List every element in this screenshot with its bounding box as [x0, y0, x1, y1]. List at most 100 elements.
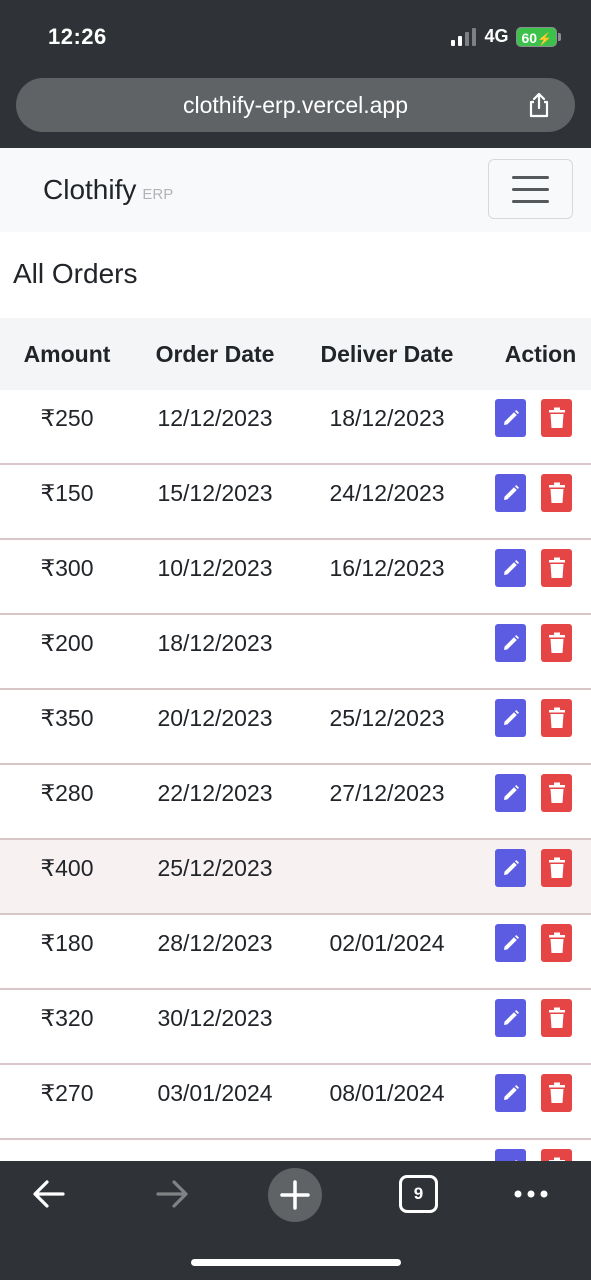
cell-amount: ₹400	[40, 855, 94, 881]
delete-button[interactable]	[541, 849, 572, 887]
tabs-button[interactable]: 9	[399, 1175, 438, 1213]
menu-toggle-button[interactable]	[488, 159, 573, 219]
cell-amount: ₹200	[40, 630, 94, 656]
cell-amount: ₹150	[40, 480, 94, 506]
signal-icon	[451, 27, 477, 46]
cell-amount: ₹320	[40, 1005, 94, 1031]
delete-button[interactable]	[541, 624, 572, 662]
app-navbar: Clothify ERP	[0, 148, 591, 232]
table-row: ₹270 03/01/2024 08/01/2024	[0, 1065, 591, 1140]
home-indicator	[191, 1259, 401, 1266]
table-row	[0, 1140, 591, 1161]
cell-deliver-date	[296, 840, 478, 913]
edit-button[interactable]	[495, 924, 526, 962]
cell-amount: ₹350	[40, 705, 94, 731]
table-row: ₹180 28/12/2023 02/01/2024	[0, 915, 591, 990]
pencil-icon	[503, 485, 519, 500]
header-amount: Amount	[23, 341, 111, 367]
orders-table-body[interactable]: ₹250 12/12/2023 18/12/2023 ₹150 15/12/2023 24…	[0, 390, 591, 1161]
battery-level: 60	[521, 29, 538, 46]
table-row: ₹280 22/12/2023 27/12/2023	[0, 765, 591, 840]
cell-deliver-date: 18/12/2023	[329, 405, 445, 431]
cell-amount: ₹270	[40, 1080, 94, 1106]
delete-button[interactable]	[541, 699, 572, 737]
table-row: ₹400 25/12/2023	[0, 840, 591, 915]
pencil-icon	[503, 1010, 519, 1025]
share-icon[interactable]	[525, 91, 553, 119]
pencil-icon	[503, 560, 519, 575]
cell-order-date: 18/12/2023	[157, 630, 273, 656]
pencil-icon	[503, 410, 519, 425]
table-header: Amount Order Date Deliver Date Action	[0, 318, 591, 390]
more-icon[interactable]	[510, 1173, 552, 1215]
network-type: 4G	[484, 26, 509, 46]
hamburger-icon	[512, 176, 549, 179]
cell-deliver-date: 16/12/2023	[329, 555, 445, 581]
edit-button[interactable]	[495, 1149, 526, 1161]
trash-icon	[548, 557, 565, 578]
table-row: ₹200 18/12/2023	[0, 615, 591, 690]
cell-deliver-date	[296, 990, 478, 1063]
table-row: ₹250 12/12/2023 18/12/2023	[0, 390, 591, 465]
forward-arrow-icon[interactable]	[151, 1173, 193, 1215]
edit-button[interactable]	[495, 624, 526, 662]
table-row: ₹350 20/12/2023 25/12/2023	[0, 690, 591, 765]
edit-button[interactable]	[495, 549, 526, 587]
delete-button[interactable]	[541, 999, 572, 1037]
cell-amount: ₹180	[40, 930, 94, 956]
cell-order-date: 25/12/2023	[157, 855, 273, 881]
brand[interactable]: Clothify ERP	[43, 174, 173, 206]
cell-order-date: 22/12/2023	[157, 780, 273, 806]
trash-icon	[548, 1007, 565, 1028]
delete-button[interactable]	[541, 924, 572, 962]
delete-button[interactable]	[541, 1149, 572, 1161]
edit-button[interactable]	[495, 1074, 526, 1112]
delete-button[interactable]	[541, 399, 572, 437]
delete-button[interactable]	[541, 774, 572, 812]
cell-order-date: 03/01/2024	[157, 1080, 273, 1106]
cell-deliver-date: 08/01/2024	[329, 1080, 445, 1106]
page-title: All Orders	[13, 258, 138, 289]
cell-amount: ₹300	[40, 555, 94, 581]
trash-icon	[548, 407, 565, 428]
cell-amount: ₹280	[40, 780, 94, 806]
cell-order-date: 15/12/2023	[157, 480, 273, 506]
status-time: 12:26	[48, 24, 107, 49]
cell-order-date: 12/12/2023	[157, 405, 273, 431]
pencil-icon	[503, 935, 519, 950]
cell-order-date: 28/12/2023	[157, 930, 273, 956]
plus-icon[interactable]	[267, 1167, 323, 1223]
browser-top-chrome: 12:26 4G 60⚡ clothify-erp.vercel.app	[0, 0, 591, 148]
header-deliver-date: Deliver Date	[320, 341, 454, 367]
trash-icon	[548, 1082, 565, 1103]
edit-button[interactable]	[495, 999, 526, 1037]
tab-count: 9	[413, 1184, 424, 1203]
edit-button[interactable]	[495, 399, 526, 437]
edit-button[interactable]	[495, 849, 526, 887]
cell-amount: ₹250	[40, 405, 94, 431]
table-row: ₹150 15/12/2023 24/12/2023	[0, 465, 591, 540]
edit-button[interactable]	[495, 774, 526, 812]
cell-deliver-date	[296, 615, 478, 688]
delete-button[interactable]	[541, 549, 572, 587]
url-text: clothify-erp.vercel.app	[183, 92, 408, 118]
status-indicators: 4G 60⚡	[451, 26, 561, 47]
pencil-icon	[503, 860, 519, 875]
table-row: ₹320 30/12/2023	[0, 990, 591, 1065]
cell-order-date	[134, 1140, 296, 1161]
delete-button[interactable]	[541, 1074, 572, 1112]
table-row: ₹300 10/12/2023 16/12/2023	[0, 540, 591, 615]
brand-sub: ERP	[142, 186, 174, 203]
cell-deliver-date	[296, 1140, 478, 1161]
delete-button[interactable]	[541, 474, 572, 512]
edit-button[interactable]	[495, 699, 526, 737]
pencil-icon	[503, 635, 519, 650]
trash-icon	[548, 782, 565, 803]
edit-button[interactable]	[495, 474, 526, 512]
cell-amount	[0, 1140, 134, 1161]
back-arrow-icon[interactable]	[28, 1173, 70, 1215]
cell-deliver-date: 02/01/2024	[329, 930, 445, 956]
cell-deliver-date: 27/12/2023	[329, 780, 445, 806]
trash-icon	[548, 932, 565, 953]
url-bar[interactable]: clothify-erp.vercel.app	[16, 78, 575, 132]
